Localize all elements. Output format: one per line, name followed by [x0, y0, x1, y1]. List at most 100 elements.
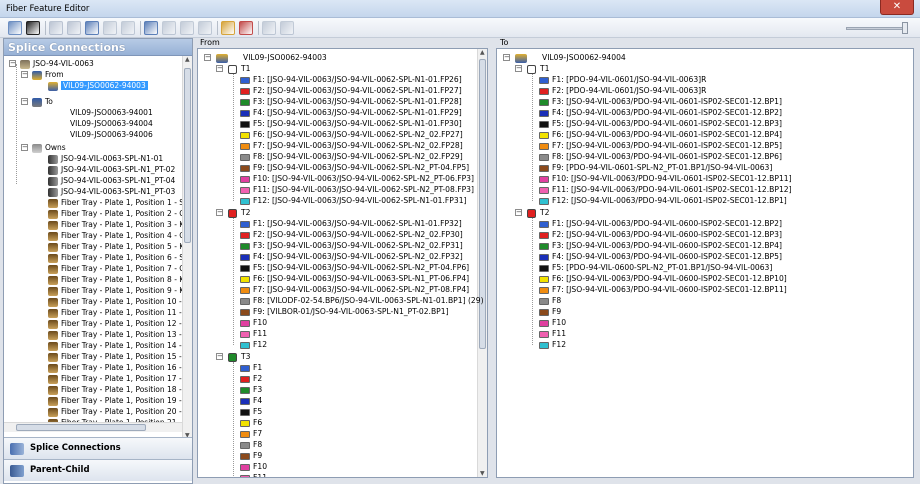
open-icon[interactable]	[221, 21, 235, 35]
report-icon[interactable]	[239, 21, 253, 35]
to_pane-fiber-row[interactable]: F3: [JSO-94-VIL-0063/PDO-94-VIL-0600-ISP…	[539, 240, 782, 251]
from_pane-fiber-row[interactable]: F6: [JSO-94-VIL-0063/JSO-94-VIL-0063-SPL…	[240, 273, 469, 284]
from-pane-scrollbar[interactable]: ▲ ▼	[477, 49, 487, 477]
tree-fiber-tray-item[interactable]: Fiber Tray - Plate 1, Position 11 - OC	[48, 307, 182, 318]
to_pane-fiber-row[interactable]: F1: [JSO-94-VIL-0063/PDO-94-VIL-0600-ISP…	[539, 218, 782, 229]
tree-to-node[interactable]: To	[32, 96, 53, 107]
splice-icon[interactable]	[121, 21, 135, 35]
tree-scroll-thumb[interactable]	[184, 68, 191, 243]
cable-expand-toggle[interactable]: −	[204, 54, 211, 61]
from_pane-fiber-row[interactable]: F8	[240, 439, 262, 450]
tree-fiber-tray-item[interactable]: Fiber Tray - Plate 1, Position 14 - OC	[48, 340, 182, 351]
from_pane-fiber-row[interactable]: F1	[240, 362, 262, 373]
from_pane-tube-row[interactable]: T3	[228, 351, 250, 362]
to_pane-fiber-row[interactable]: F10: [JSO-94-VIL-0063/PDO-94-VIL-0601-IS…	[539, 173, 792, 184]
refresh-icon[interactable]	[262, 21, 276, 35]
to_pane-fiber-row[interactable]: F5: [PDO-94-VIL-0600-SPL-N2_PT-01.BP1/JS…	[539, 262, 772, 273]
tree-to-cable[interactable]: VIL09-JSO0063-94004	[70, 118, 153, 129]
to_pane-tube-row[interactable]: T2	[527, 207, 549, 218]
tree-fiber-tray-item[interactable]: Fiber Tray - Plate 1, Position 17 - OC	[48, 373, 182, 384]
to_pane-fiber-row[interactable]: F3: [JSO-94-VIL-0063/PDO-94-VIL-0601-ISP…	[539, 96, 782, 107]
from_pane-fiber-row[interactable]: F7: [JSO-94-VIL-0063/JSO-94-VIL-0062-SPL…	[240, 140, 463, 151]
zoom-slider-track[interactable]	[846, 27, 906, 30]
tree-splitter-item[interactable]: JSO-94-VIL-0063-SPL-N1_PT-02	[48, 164, 175, 175]
to_pane-fiber-row[interactable]: F11: [JSO-94-VIL-0063/PDO-94-VIL-0601-IS…	[539, 184, 792, 195]
tree-fiber-tray-item[interactable]: Fiber Tray - Plate 1, Position 9 - K7-F	[48, 285, 182, 296]
to_pane-fiber-row[interactable]: F12	[539, 339, 566, 350]
from_pane-tube-row[interactable]: T1	[228, 63, 250, 74]
to_pane-fiber-row[interactable]: F10	[539, 317, 566, 328]
tree-fiber-tray-item[interactable]: Fiber Tray - Plate 1, Position 5 - K7-F	[48, 241, 182, 252]
nav-splice-connections[interactable]: Splice Connections	[4, 437, 192, 459]
tube-expand-toggle[interactable]: −	[216, 209, 223, 216]
to_pane-fiber-row[interactable]: F7: [JSO-94-VIL-0063/PDO-94-VIL-0601-ISP…	[539, 140, 782, 151]
from_pane-fiber-row[interactable]: F1: [JSO-94-VIL-0063/JSO-94-VIL-0062-SPL…	[240, 74, 462, 85]
from_pane-fiber-row[interactable]: F7: [JSO-94-VIL-0063/JSO-94-VIL-0062-SPL…	[240, 284, 469, 295]
from_pane-fiber-row[interactable]: F2	[240, 373, 262, 384]
from_pane-fiber-row[interactable]: F3	[240, 384, 262, 395]
copy-icon[interactable]	[180, 21, 194, 35]
undo-icon[interactable]	[49, 21, 63, 35]
from_pane-fiber-row[interactable]: F5: [JSO-94-VIL-0063/JSO-94-VIL-0062-SPL…	[240, 118, 462, 129]
tree-fiber-tray-item[interactable]: Fiber Tray - Plate 1, Position 13 - SP	[48, 329, 182, 340]
to_pane-fiber-row[interactable]: F8	[539, 295, 561, 306]
pane-splitter[interactable]	[490, 48, 495, 478]
tree-fiber-tray-item[interactable]: Fiber Tray - Plate 1, Position 1 - SPL	[48, 197, 182, 208]
to_pane-fiber-row[interactable]: F5: [JSO-94-VIL-0063/PDO-94-VIL-0601-ISP…	[539, 118, 782, 129]
tree-splitter-item[interactable]: JSO-94-VIL-0063-SPL-N1_PT-03	[48, 186, 175, 197]
zoom-slider-knob[interactable]	[902, 22, 908, 34]
from_pane-fiber-row[interactable]: F5: [JSO-94-VIL-0063/JSO-94-VIL-0062-SPL…	[240, 262, 469, 273]
tree-fiber-tray-item[interactable]: Fiber Tray - Plate 1, Position 8 - K7-F	[48, 274, 182, 285]
from_pane-fiber-row[interactable]: F2: [JSO-94-VIL-0063/JSO-94-VIL-0062-SPL…	[240, 229, 463, 240]
to_pane-fiber-row[interactable]: F11	[539, 328, 566, 339]
from_pane-fiber-row[interactable]: F2: [JSO-94-VIL-0063/JSO-94-VIL-0062-SPL…	[240, 85, 462, 96]
tree-owns-node[interactable]: Owns	[32, 142, 66, 153]
paste-icon[interactable]	[198, 21, 212, 35]
to_pane-fiber-row[interactable]: F6: [JSO-94-VIL-0063/PDO-94-VIL-0601-ISP…	[539, 129, 782, 140]
connect-icon[interactable]	[85, 21, 99, 35]
tube-expand-toggle[interactable]: −	[515, 65, 522, 72]
to_pane-fiber-row[interactable]: F6: [JSO-94-VIL-0063/PDO-94-VIL-0600-ISP…	[539, 273, 787, 284]
from_pane-fiber-row[interactable]: F1: [JSO-94-VIL-0063/JSO-94-VIL-0062-SPL…	[240, 218, 462, 229]
tree-splitter-item[interactable]: JSO-94-VIL-0063-SPL-N1_PT-04	[48, 175, 175, 186]
redo-icon[interactable]	[67, 21, 81, 35]
cable-expand-toggle[interactable]: −	[503, 54, 510, 61]
delete-icon[interactable]	[26, 21, 40, 35]
from_pane-fiber-row[interactable]: F5	[240, 406, 262, 417]
from_pane-fiber-row[interactable]: F6	[240, 417, 262, 428]
tree-vertical-scrollbar[interactable]: ▲ ▼	[182, 56, 192, 439]
tree-fiber-tray-item[interactable]: Fiber Tray - Plate 1, Position 12 - K7-	[48, 318, 182, 329]
from_pane-fiber-row[interactable]: F9: [JSO-94-VIL-0063/JSO-94-VIL-0062-SPL…	[240, 162, 469, 173]
from_pane-fiber-row[interactable]: F11	[240, 328, 267, 339]
to_pane-fiber-row[interactable]: F9	[539, 306, 561, 317]
tree-fiber-tray-item[interactable]: Fiber Tray - Plate 1, Position 20 - K7-	[48, 406, 182, 417]
from_pane-fiber-row[interactable]: F8: [JSO-94-VIL-0063/JSO-94-VIL-0062-SPL…	[240, 151, 463, 162]
to_pane-fiber-row[interactable]: F8: [JSO-94-VIL-0063/PDO-94-VIL-0601-ISP…	[539, 151, 782, 162]
from_pane-fiber-row[interactable]: F12	[240, 339, 267, 350]
tube-expand-toggle[interactable]: −	[216, 353, 223, 360]
from_pane-fiber-row[interactable]: F4: [JSO-94-VIL-0063/JSO-94-VIL-0062-SPL…	[240, 251, 463, 262]
from_pane-fiber-row[interactable]: F12: [JSO-94-VIL-0063/JSO-94-VIL-0062-SP…	[240, 195, 467, 206]
from_pane-fiber-row[interactable]: F11: [JSO-94-VIL-0063/JSO-94-VIL-0062-SP…	[240, 184, 474, 195]
tree-fiber-tray-item[interactable]: Fiber Tray - Plate 1, Position 3 - K7-F	[48, 219, 182, 230]
settings-icon[interactable]	[280, 21, 294, 35]
close-window-button[interactable]: ✕	[880, 0, 914, 15]
from_pane-fiber-row[interactable]: F7	[240, 428, 262, 439]
tree-fiber-tray-item[interactable]: Fiber Tray - Plate 1, Position 16 - SP	[48, 362, 182, 373]
tree-fiber-tray-item[interactable]: Fiber Tray - Plate 1, Position 15 - K7-	[48, 351, 182, 362]
to_pane-fiber-row[interactable]: F7: [JSO-94-VIL-0063/PDO-94-VIL-0600-ISP…	[539, 284, 787, 295]
expand-toggle[interactable]: −	[21, 71, 28, 78]
tree-fiber-tray-item[interactable]: Fiber Tray - Plate 1, Position 10 - SP	[48, 296, 182, 307]
to_pane-fiber-row[interactable]: F1: [PDO-94-VIL-0601/JSO-94-VIL-0063]R	[539, 74, 706, 85]
to_pane-fiber-row[interactable]: F4: [JSO-94-VIL-0063/PDO-94-VIL-0600-ISP…	[539, 251, 782, 262]
from_pane-cable-row[interactable]: VIL09-JSO0062-94003	[216, 52, 327, 63]
tree-from-node[interactable]: From	[32, 69, 64, 80]
tree-from-cable[interactable]: VIL09-JSO0062-94003	[48, 80, 148, 91]
from_pane-fiber-row[interactable]: F3: [JSO-94-VIL-0063/JSO-94-VIL-0062-SPL…	[240, 240, 463, 251]
nav-parent-child[interactable]: Parent-Child	[4, 459, 192, 481]
from_pane-fiber-row[interactable]: F3: [JSO-94-VIL-0063/JSO-94-VIL-0062-SPL…	[240, 96, 462, 107]
from_pane-fiber-row[interactable]: F4	[240, 395, 262, 406]
expand-toggle[interactable]: −	[21, 98, 28, 105]
tree-fiber-tray-item[interactable]: Fiber Tray - Plate 1, Position 4 - OCC	[48, 230, 182, 241]
tube-expand-toggle[interactable]: −	[216, 65, 223, 72]
